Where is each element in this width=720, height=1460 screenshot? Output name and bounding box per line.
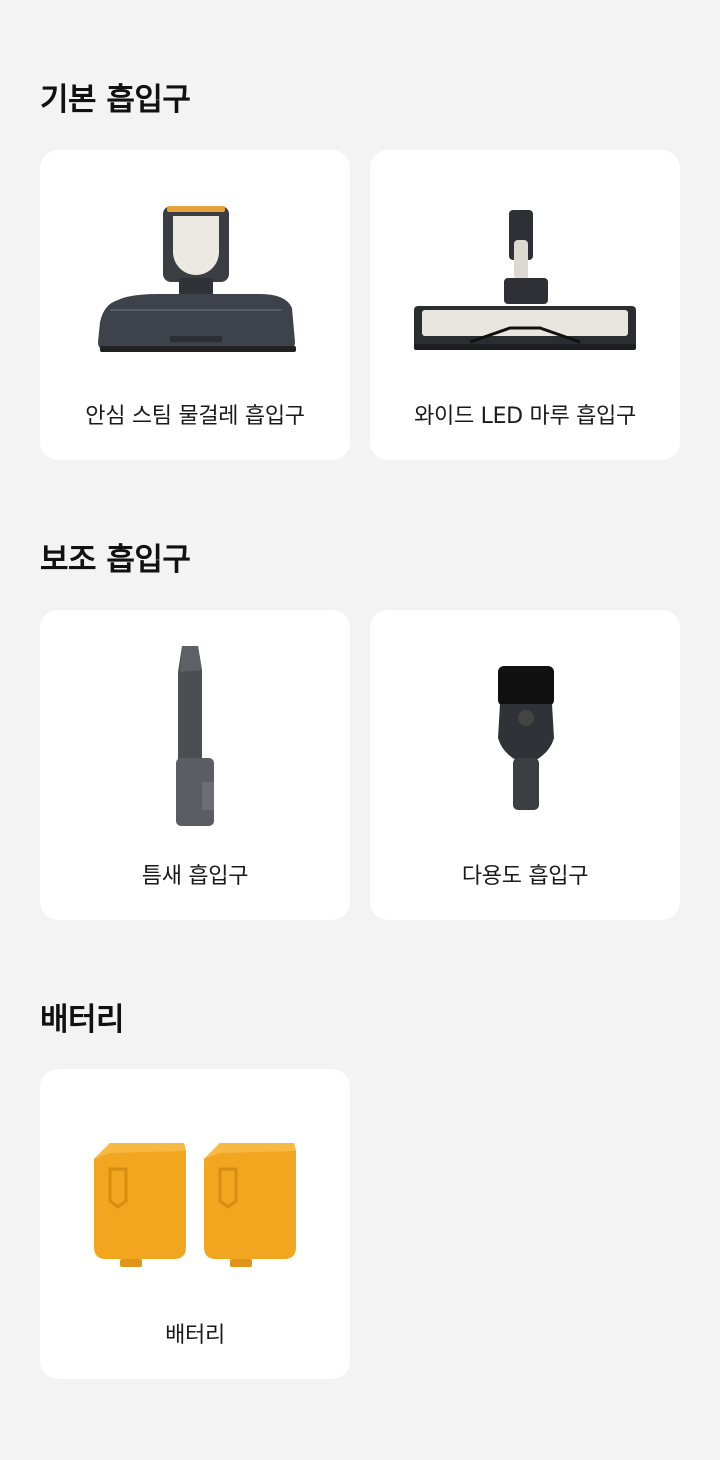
wide-led-floor-nozzle-icon: [414, 210, 636, 350]
product-card-wide-led-floor-nozzle[interactable]: 와이드 LED 마루 흡입구: [370, 150, 680, 460]
product-card-multi-purpose-nozzle[interactable]: 다용도 흡입구: [370, 610, 680, 920]
product-label: 와이드 LED 마루 흡입구: [414, 404, 636, 429]
product-label: 배터리: [165, 1323, 225, 1348]
product-card-steam-mop-nozzle[interactable]: 안심 스팀 물걸레 흡입구: [40, 150, 350, 460]
multi-purpose-nozzle-icon: [498, 666, 554, 810]
section-title-aux-nozzles: 보조 흡입구: [40, 542, 191, 578]
product-label: 틈새 흡입구: [141, 864, 249, 889]
battery-icon: [94, 1143, 296, 1267]
section-title-basic-nozzles: 기본 흡입구: [40, 82, 191, 118]
section-title-battery: 배터리: [40, 1002, 125, 1038]
crevice-nozzle-icon: [176, 646, 214, 826]
product-label: 다용도 흡입구: [461, 864, 589, 889]
product-card-crevice-nozzle[interactable]: 틈새 흡입구: [40, 610, 350, 920]
product-label: 안심 스팀 물걸레 흡입구: [85, 404, 305, 429]
product-card-battery[interactable]: 배터리: [40, 1069, 350, 1379]
steam-mop-nozzle-icon: [98, 206, 296, 352]
